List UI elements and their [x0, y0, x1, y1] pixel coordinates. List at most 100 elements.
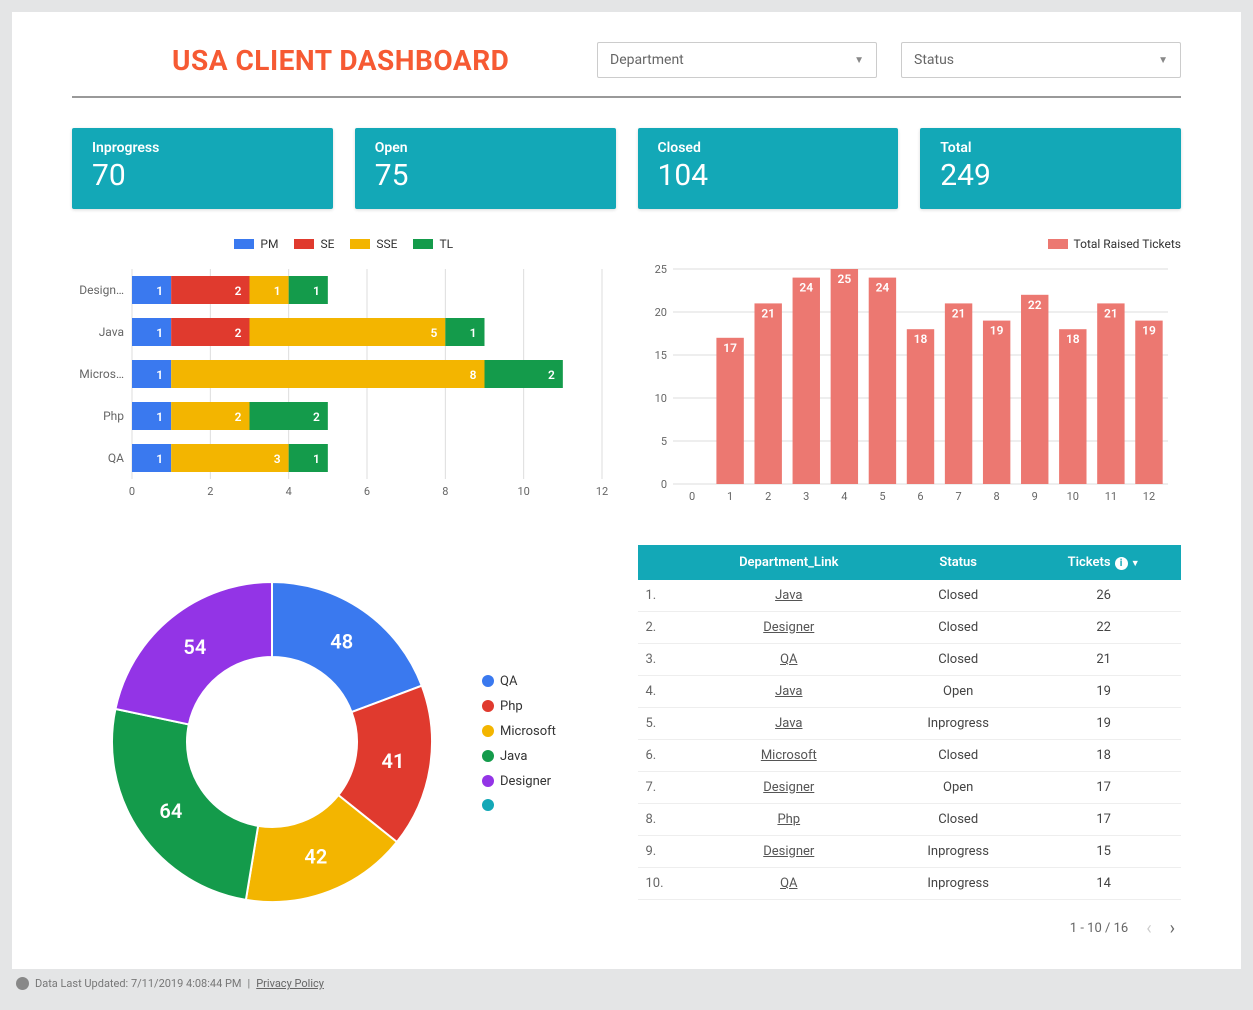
- info-icon: i: [1115, 557, 1128, 570]
- th-status[interactable]: Status: [890, 545, 1026, 580]
- svg-text:Java: Java: [99, 325, 124, 339]
- department-link[interactable]: QA: [780, 876, 797, 891]
- chevron-down-icon: ▼: [1131, 559, 1140, 569]
- donut-svg: 4841426454: [92, 562, 452, 922]
- svg-text:0: 0: [129, 485, 135, 498]
- donut-chart[interactable]: 4841426454 QA Php Microsoft Java Designe…: [72, 545, 616, 939]
- divider: [72, 96, 1181, 98]
- kpi-value: 104: [658, 158, 879, 193]
- svg-text:1: 1: [313, 284, 320, 298]
- stacked-bar-legend: PM SE SSE TL: [72, 237, 616, 251]
- tickets-bar-chart[interactable]: Total Raised Tickets 0510152025001712122…: [638, 237, 1182, 517]
- svg-text:3: 3: [274, 452, 281, 466]
- table-pager: 1 - 10 / 16 ‹ ›: [638, 900, 1182, 939]
- table-row[interactable]: 10.QAInprogress14: [638, 868, 1182, 900]
- kpi-row: Inprogress 70 Open 75 Closed 104 Total 2…: [72, 128, 1181, 209]
- kpi-closed[interactable]: Closed 104: [638, 128, 899, 209]
- department-link[interactable]: Java: [775, 588, 802, 603]
- tickets-table: Department_Link Status Ticketsi ▼ 1.Java…: [638, 545, 1182, 900]
- svg-text:5: 5: [879, 490, 885, 503]
- page-title: USA CLIENT DASHBOARD: [172, 44, 509, 77]
- stacked-bar-svg: 024681012Design…1211Java1251Micros…182Ph…: [72, 259, 612, 509]
- svg-text:0: 0: [660, 478, 666, 491]
- globe-icon: [16, 977, 29, 990]
- svg-text:3: 3: [803, 490, 809, 503]
- svg-text:10: 10: [517, 485, 529, 498]
- table-row[interactable]: 8.PhpClosed17: [638, 804, 1182, 836]
- filter-bar: Department ▼ Status ▼: [597, 42, 1181, 78]
- department-link[interactable]: QA: [780, 652, 797, 667]
- svg-text:24: 24: [799, 281, 813, 295]
- th-department[interactable]: Department_Link: [688, 545, 891, 580]
- svg-text:1: 1: [470, 326, 477, 340]
- table-row[interactable]: 3.QAClosed21: [638, 644, 1182, 676]
- svg-text:QA: QA: [108, 451, 124, 465]
- table-row[interactable]: 1.JavaClosed26: [638, 580, 1182, 612]
- table-row[interactable]: 4.JavaOpen19: [638, 676, 1182, 708]
- svg-text:2: 2: [765, 490, 771, 503]
- svg-text:1: 1: [156, 326, 163, 340]
- svg-text:6: 6: [917, 490, 923, 503]
- table-row[interactable]: 9.DesignerInprogress15: [638, 836, 1182, 868]
- pager-next-button[interactable]: ›: [1170, 918, 1175, 939]
- table-row[interactable]: 5.JavaInprogress19: [638, 708, 1182, 740]
- status-select[interactable]: Status ▼: [901, 42, 1181, 78]
- svg-text:4: 4: [286, 485, 292, 498]
- footer-updated: Data Last Updated: 7/11/2019 4:08:44 PM: [35, 977, 242, 990]
- department-select[interactable]: Department ▼: [597, 42, 877, 78]
- svg-text:0: 0: [688, 490, 694, 503]
- table-row[interactable]: 6.MicrosoftClosed18: [638, 740, 1182, 772]
- svg-text:20: 20: [654, 306, 666, 319]
- kpi-label: Open: [375, 140, 596, 156]
- svg-text:41: 41: [382, 749, 405, 773]
- header: USA CLIENT DASHBOARD Department ▼ Status…: [72, 32, 1181, 96]
- table-row[interactable]: 7.DesignerOpen17: [638, 772, 1182, 804]
- svg-text:0: 0: [688, 469, 695, 483]
- svg-text:1: 1: [274, 284, 281, 298]
- svg-text:18: 18: [913, 332, 927, 346]
- svg-text:2: 2: [235, 284, 242, 298]
- svg-text:Micros…: Micros…: [79, 367, 124, 381]
- svg-text:24: 24: [875, 281, 889, 295]
- pager-prev-button[interactable]: ‹: [1146, 918, 1151, 939]
- svg-text:9: 9: [1031, 490, 1037, 503]
- svg-text:6: 6: [364, 485, 370, 498]
- svg-text:8: 8: [442, 485, 448, 498]
- kpi-label: Closed: [658, 140, 879, 156]
- svg-text:48: 48: [330, 629, 353, 653]
- th-blank[interactable]: [638, 545, 688, 580]
- svg-text:54: 54: [183, 635, 206, 659]
- kpi-total[interactable]: Total 249: [920, 128, 1181, 209]
- svg-text:5: 5: [430, 326, 437, 340]
- department-select-label: Department: [610, 52, 684, 68]
- stacked-bar-chart[interactable]: PM SE SSE TL 024681012Design…1211Java125…: [72, 237, 616, 517]
- department-link[interactable]: Designer: [763, 844, 814, 859]
- kpi-inprogress[interactable]: Inprogress 70: [72, 128, 333, 209]
- svg-text:1: 1: [313, 452, 320, 466]
- svg-text:19: 19: [1142, 324, 1156, 338]
- svg-text:21: 21: [951, 306, 965, 320]
- table-row[interactable]: 2.DesignerClosed22: [638, 612, 1182, 644]
- chevron-down-icon: ▼: [854, 55, 864, 66]
- svg-text:19: 19: [989, 324, 1003, 338]
- table-body: 1.JavaClosed262.DesignerClosed223.QAClos…: [638, 580, 1182, 900]
- department-link[interactable]: Microsoft: [761, 748, 817, 763]
- kpi-value: 75: [375, 158, 596, 193]
- svg-text:11: 11: [1104, 490, 1116, 503]
- department-link[interactable]: Designer: [763, 780, 814, 795]
- svg-text:64: 64: [159, 799, 182, 823]
- chevron-down-icon: ▼: [1158, 55, 1168, 66]
- privacy-link[interactable]: Privacy Policy: [256, 977, 324, 990]
- svg-text:1: 1: [156, 284, 163, 298]
- department-link[interactable]: Java: [775, 684, 802, 699]
- tickets-bar-svg: 0510152025001712122432542451862171982291…: [638, 259, 1178, 509]
- department-link[interactable]: Php: [777, 812, 800, 827]
- department-link[interactable]: Java: [775, 716, 802, 731]
- kpi-label: Total: [940, 140, 1161, 156]
- svg-text:1: 1: [156, 368, 163, 382]
- kpi-open[interactable]: Open 75: [355, 128, 616, 209]
- donut-legend: QA Php Microsoft Java Designer: [482, 674, 556, 811]
- svg-text:12: 12: [1142, 490, 1154, 503]
- th-tickets[interactable]: Ticketsi ▼: [1026, 545, 1181, 580]
- department-link[interactable]: Designer: [763, 620, 814, 635]
